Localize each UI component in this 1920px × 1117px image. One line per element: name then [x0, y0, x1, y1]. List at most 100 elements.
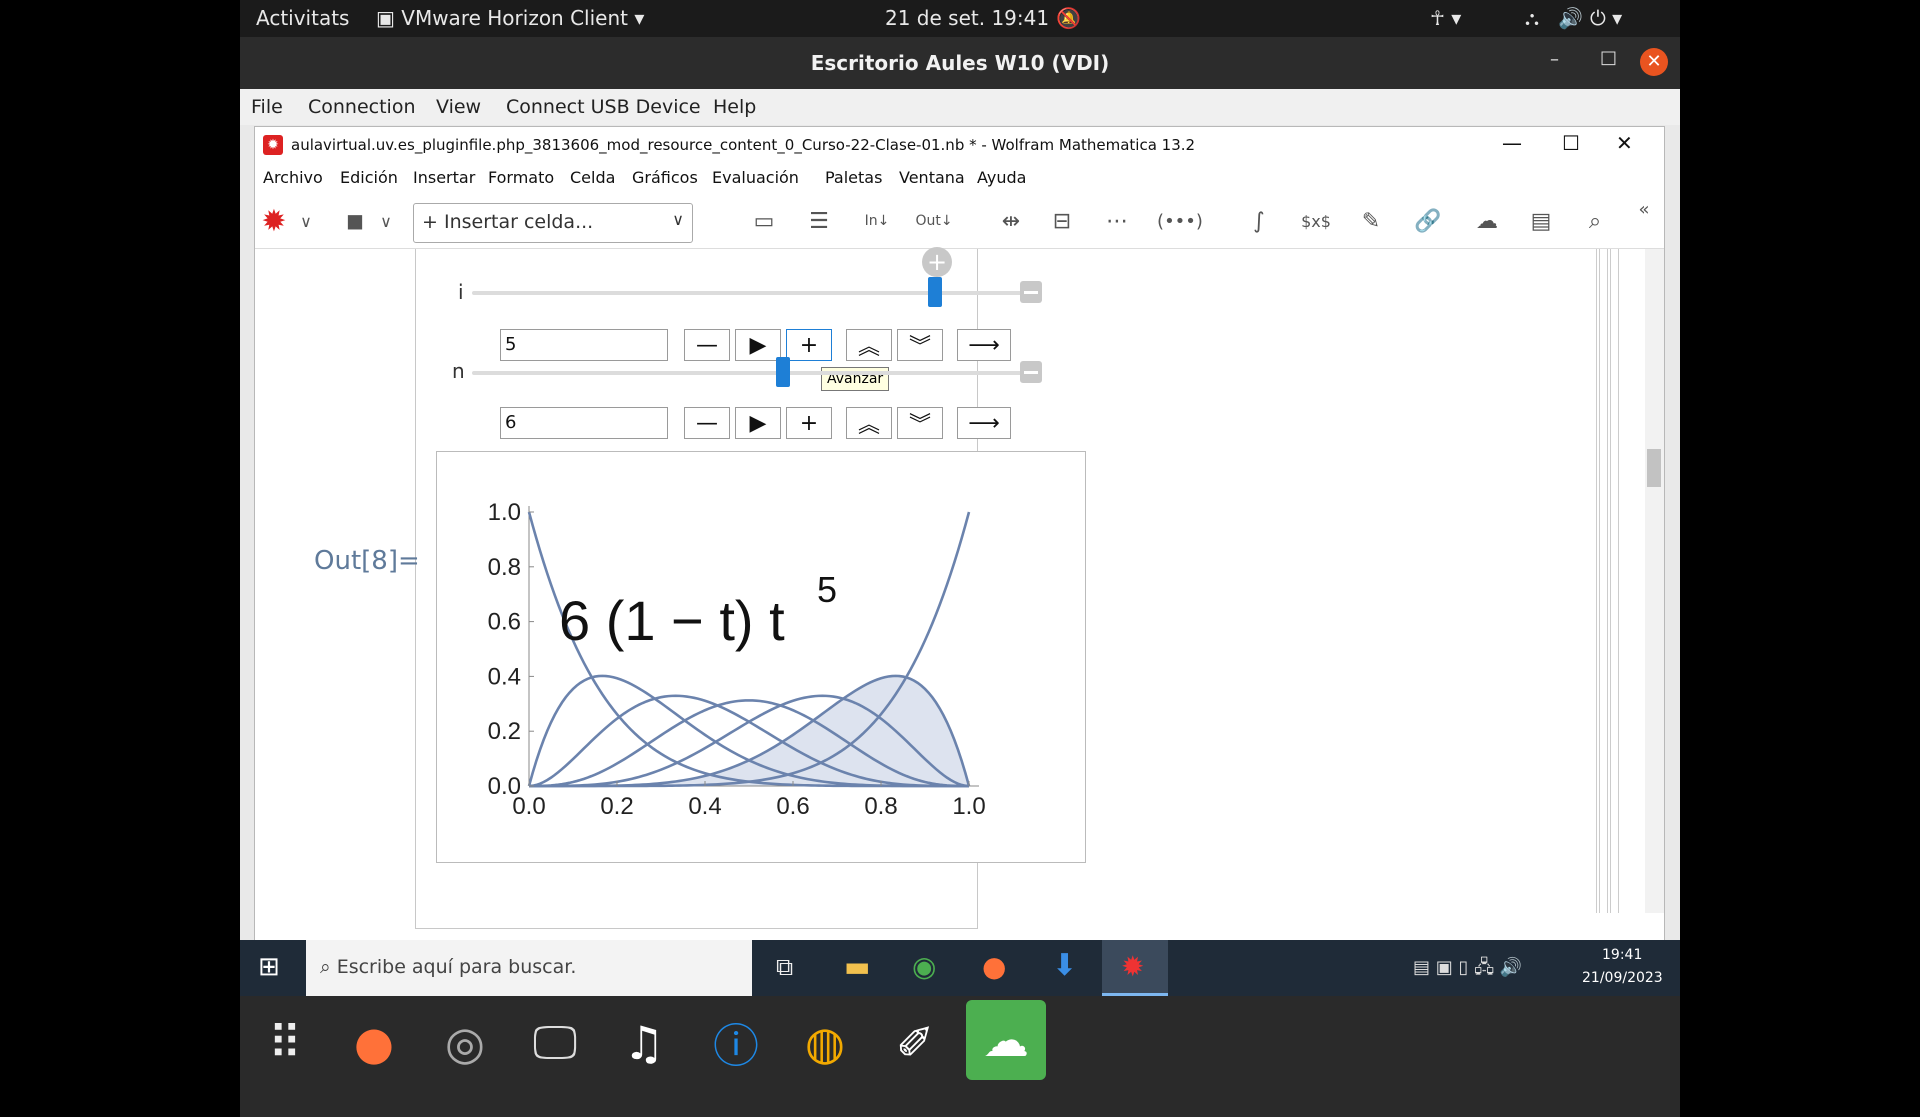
slider-thumb-i[interactable] — [928, 277, 943, 307]
notebook-icon[interactable]: ▤ — [1522, 203, 1560, 239]
collapse-toolbar-icon[interactable]: « — [1625, 191, 1663, 227]
slower-n-button[interactable]: ︾ — [897, 407, 943, 439]
bernstein-plot: 0.0 0.2 0.4 0.6 0.8 1.00.00.20.40.60.81.06 (1… — [488, 499, 986, 820]
latex-icon[interactable]: $x$ — [1297, 203, 1335, 239]
pencil-icon[interactable]: ✎ — [1352, 203, 1390, 239]
slower-i-button[interactable]: ︾ — [897, 329, 943, 361]
increment-n-button[interactable]: + — [786, 407, 832, 439]
slider-thumb-n[interactable] — [775, 357, 790, 387]
camera-icon[interactable]: ◎ — [432, 1010, 498, 1076]
ellipsis-icon[interactable]: ⋯ — [1098, 203, 1136, 239]
decrement-i-button[interactable]: — — [684, 329, 730, 361]
taskbar-search[interactable]: ⌕ Escribe aquí para buscar. — [306, 940, 752, 996]
clock[interactable]: 21 de set. 19:41 — [885, 6, 1049, 30]
menu-insertar[interactable]: Insertar — [413, 168, 475, 187]
cell-bracket[interactable] — [1618, 249, 1622, 913]
menu-file[interactable]: File — [251, 96, 283, 118]
faster-n-button[interactable]: ︽ — [846, 407, 892, 439]
menu-formato[interactable]: Formato — [488, 168, 554, 187]
y-tick-label: 0.0 — [488, 773, 521, 800]
value-field-i[interactable]: 5 — [500, 329, 668, 361]
volume-icon[interactable]: 🔊 — [1558, 6, 1583, 30]
chrome-icon[interactable]: ◉ — [912, 950, 936, 983]
chevron-down-icon[interactable]: ∨ — [367, 203, 405, 239]
download-icon[interactable]: ⬇ — [1052, 948, 1077, 983]
notes-icon[interactable]: ✐ — [882, 1010, 948, 1076]
cell-bracket-icon[interactable]: ▭ — [745, 203, 783, 239]
taskbar-time[interactable]: 19:41 — [1602, 947, 1642, 963]
firefox-icon[interactable]: ● — [341, 1010, 407, 1076]
menu-graficos[interactable]: Gráficos — [632, 168, 698, 187]
info-icon[interactable]: ⓘ — [703, 1010, 769, 1076]
network-icon[interactable]: ⛬ — [1525, 6, 1539, 30]
value-field-n[interactable]: 6 — [500, 407, 668, 439]
cell-bracket[interactable] — [1596, 249, 1600, 913]
menu-celda[interactable]: Celda — [570, 168, 615, 187]
vmware-app-indicator[interactable]: ▣ VMware Horizon Client ▾ — [376, 6, 644, 30]
input-cell-icon[interactable]: In ↓ — [858, 203, 896, 239]
app-grid-icon[interactable]: ⠿ — [252, 1010, 318, 1076]
horizon-client-icon[interactable]: ☁ — [966, 1000, 1046, 1080]
notifications-off-icon: 🔕 — [1056, 6, 1081, 30]
cell-bracket[interactable] — [1607, 249, 1611, 913]
add-control-icon[interactable]: + — [922, 247, 952, 277]
remote-desktop-icon[interactable]: 🖵 — [522, 1010, 588, 1076]
close-icon[interactable]: ✕ — [1640, 48, 1668, 76]
direction-i-button[interactable]: ⟶ — [957, 329, 1011, 361]
taskbar-date[interactable]: 21/09/2023 — [1582, 970, 1663, 986]
tray-icons[interactable]: ▤ ▣ ▯ 🖧 🔊 — [1413, 955, 1522, 985]
file-explorer-icon[interactable]: ▬ — [844, 950, 870, 983]
maximize-icon[interactable]: ☐ — [1562, 131, 1580, 155]
decrement-n-button[interactable]: — — [684, 407, 730, 439]
output-cell-icon[interactable]: Out ↓ — [915, 203, 953, 239]
mathematica-taskbar-button[interactable]: ✹ — [1102, 940, 1168, 996]
activities-button[interactable]: Activitats — [256, 6, 349, 30]
direction-n-button[interactable]: ⟶ — [957, 407, 1011, 439]
accessibility-icon[interactable]: ☥ ▾ — [1430, 6, 1461, 30]
search-icon[interactable]: ⌕ — [1576, 203, 1614, 239]
menu-view[interactable]: View — [436, 96, 481, 118]
faster-i-button[interactable]: ︽ — [846, 329, 892, 361]
firefox-icon[interactable]: ● — [982, 950, 1006, 983]
scrollbar-thumb[interactable] — [1647, 449, 1661, 487]
menu-connection[interactable]: Connection — [308, 96, 416, 118]
maximize-icon[interactable]: □ — [1600, 47, 1617, 68]
power-icon[interactable]: ⏻ ▾ — [1590, 6, 1622, 30]
split-cell-icon[interactable]: ⇹ — [992, 203, 1030, 239]
music-icon[interactable]: ♫ — [611, 1010, 677, 1076]
play-i-button[interactable]: ▶ — [735, 329, 781, 361]
play-n-button[interactable]: ▶ — [735, 407, 781, 439]
insert-cell-dropdown[interactable]: + Insertar celda... ∨ — [413, 203, 693, 243]
slider-label-i: i — [458, 280, 464, 304]
slider-track-n[interactable] — [472, 371, 1037, 375]
merge-cell-icon[interactable]: ⊟ — [1043, 203, 1081, 239]
link-icon[interactable]: 🔗 — [1409, 203, 1447, 239]
plot-frame: 0.0 0.2 0.4 0.6 0.8 1.0 0.0 0.2 0.4 0.6 0.8 1.0 6 (1… — [436, 451, 1086, 863]
close-icon[interactable]: ✕ — [1616, 131, 1633, 155]
menu-help[interactable]: Help — [713, 96, 756, 118]
cloud-upload-icon[interactable]: ☁ — [1468, 203, 1506, 239]
slider-track-i[interactable] — [472, 291, 1037, 295]
chevron-down-icon[interactable]: ∨ — [287, 203, 325, 239]
menu-paletas[interactable]: Paletas — [825, 168, 882, 187]
y-tick-label: 1.0 — [488, 499, 521, 526]
group-cells-icon[interactable]: ☰ — [800, 203, 838, 239]
minimize-icon[interactable]: – — [1550, 49, 1559, 70]
menu-ayuda[interactable]: Ayuda — [977, 168, 1026, 187]
scrollbar[interactable] — [1645, 249, 1664, 913]
menu-usb[interactable]: Connect USB Device — [506, 96, 701, 118]
cau-icon[interactable]: ◍ — [792, 1010, 858, 1076]
menu-edicion[interactable]: Edición — [340, 168, 398, 187]
minimize-icon[interactable]: — — [1502, 131, 1522, 155]
menu-ventana[interactable]: Ventana — [899, 168, 965, 187]
task-view-icon[interactable]: ⧉ — [776, 953, 793, 981]
math-typesetting-icon[interactable]: ∫ — [1240, 203, 1278, 239]
insert-cell-label: Insertar celda... — [443, 211, 594, 233]
collapse-control-n-icon[interactable] — [1020, 361, 1042, 383]
menu-evaluacion[interactable]: Evaluación — [712, 168, 799, 187]
menu-archivo[interactable]: Archivo — [263, 168, 323, 187]
increment-i-button[interactable]: + — [786, 329, 832, 361]
collapse-control-i-icon[interactable] — [1020, 281, 1042, 303]
template-icon[interactable]: (•••) — [1155, 203, 1205, 239]
windows-start-icon[interactable]: ⊞ — [258, 952, 280, 982]
